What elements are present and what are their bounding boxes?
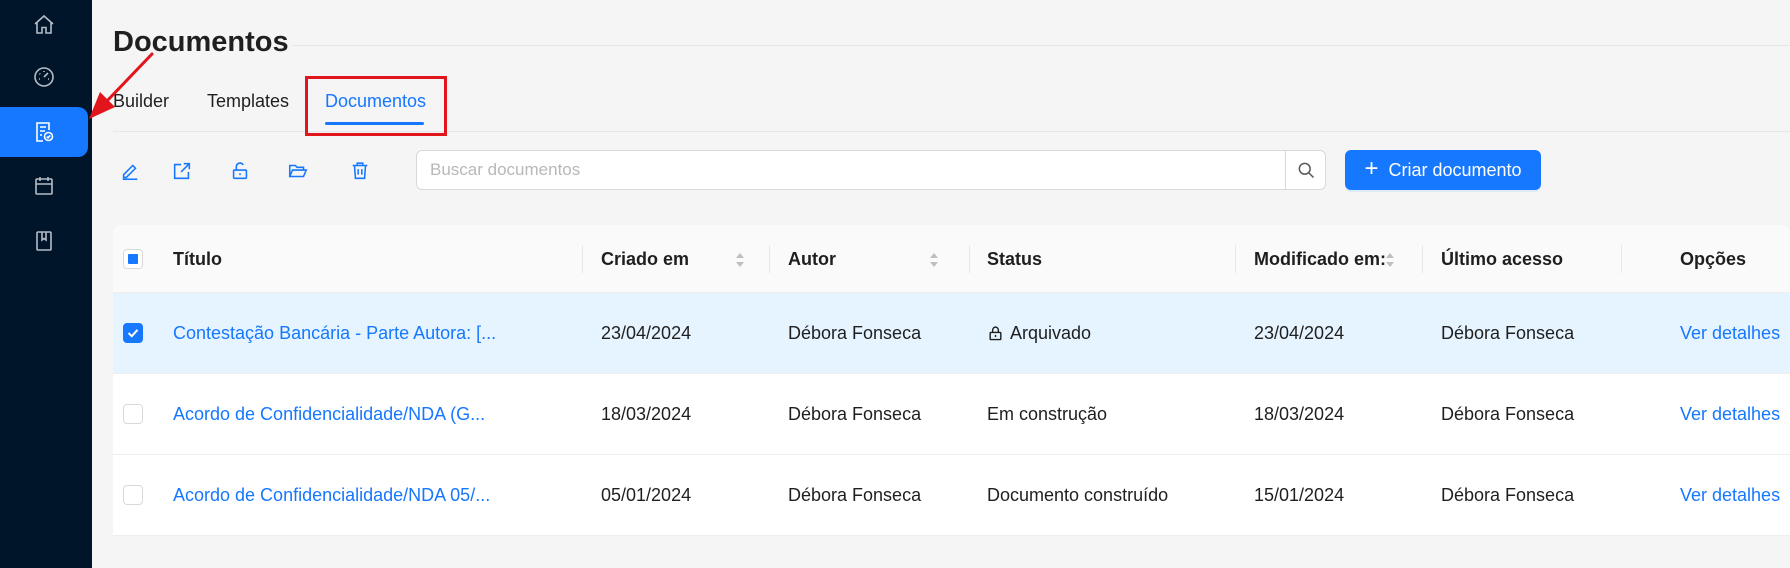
folder-open-icon [288, 164, 308, 178]
column-header-options: Opções [1680, 248, 1747, 269]
home-icon [34, 14, 54, 34]
open-folder-button[interactable] [281, 154, 315, 188]
last-access-user: Débora Fonseca [1441, 323, 1575, 343]
edit-icon [122, 164, 138, 181]
sidebar-item-book[interactable] [0, 216, 88, 266]
delete-icon [352, 162, 368, 180]
row-checkbox[interactable] [123, 404, 143, 424]
row-select-cell [123, 293, 143, 373]
column-header-created[interactable]: Criado em [601, 225, 689, 293]
sort-icon[interactable] [928, 250, 940, 270]
column-divider [1235, 245, 1236, 273]
book-icon [36, 231, 52, 251]
column-header-title[interactable]: Título [173, 225, 222, 293]
documents-table: Título Criado em Autor Status Modificado… [113, 225, 1790, 536]
status-cell: Arquivado [987, 293, 1091, 374]
export-button[interactable] [165, 154, 199, 188]
view-details-link[interactable]: Ver detalhes [1680, 293, 1780, 374]
column-header-status[interactable]: Status [987, 225, 1042, 293]
sidebar-item-dashboard[interactable] [0, 52, 88, 102]
select-all-cell [123, 225, 143, 292]
author-name: Débora Fonseca [788, 323, 922, 343]
author-name: Débora Fonseca [788, 485, 922, 505]
status-text: Documento construído [987, 485, 1169, 505]
unlock-icon [232, 162, 248, 180]
row-select-cell [123, 374, 143, 454]
table-header: Título Criado em Autor Status Modificado… [113, 225, 1790, 293]
column-divider [969, 245, 970, 273]
calendar-icon [35, 177, 53, 195]
row-checkbox[interactable] [123, 323, 143, 343]
modified-date: 15/01/2024 [1254, 485, 1345, 505]
column-divider [1621, 245, 1622, 273]
check-icon [127, 329, 139, 338]
dashboard-icon [34, 67, 54, 87]
status-text: Em construção [987, 404, 1108, 424]
document-title-link[interactable]: Acordo de Confidencialidade/NDA 05/... [173, 455, 490, 536]
tab-templates[interactable]: Templates [207, 91, 289, 112]
page-title: Documentos [113, 26, 289, 58]
modified-date: 18/03/2024 [1254, 404, 1345, 424]
document-title-link[interactable]: Acordo de Confidencialidade/NDA (G... [173, 374, 485, 455]
search-input[interactable] [416, 150, 1286, 190]
created-date: 18/03/2024 [601, 404, 692, 424]
column-header-last-access[interactable]: Último acesso [1441, 225, 1563, 293]
table-row[interactable]: Contestação Bancária - Parte Autora: [..… [113, 293, 1790, 374]
delete-button[interactable] [343, 154, 377, 188]
highlight-box [305, 76, 447, 136]
view-details-link[interactable]: Ver detalhes [1680, 455, 1780, 536]
status-text: Arquivado [1010, 323, 1092, 343]
tab-builder[interactable]: Builder [113, 91, 169, 112]
sidebar-item-documents[interactable] [0, 107, 88, 157]
sidebar-item-calendar[interactable] [0, 161, 88, 211]
modified-date: 23/04/2024 [1254, 323, 1345, 343]
column-header-modified[interactable]: Modificado em: [1254, 225, 1386, 293]
row-checkbox[interactable] [123, 485, 143, 505]
search-bar [416, 150, 1326, 190]
sidebar [0, 0, 92, 568]
search-icon [1298, 162, 1314, 179]
document-check-icon [36, 122, 54, 142]
column-header-author[interactable]: Autor [788, 225, 836, 293]
column-divider [1422, 245, 1423, 273]
created-date: 05/01/2024 [601, 485, 692, 505]
author-name: Débora Fonseca [788, 404, 922, 424]
row-select-cell [123, 455, 143, 535]
lock-icon [989, 326, 1002, 341]
created-date: 23/04/2024 [601, 323, 692, 343]
unlock-button[interactable] [223, 154, 257, 188]
column-divider [769, 245, 770, 273]
table-row[interactable]: Acordo de Confidencialidade/NDA (G... 18… [113, 374, 1790, 455]
sort-icon[interactable] [1384, 250, 1396, 270]
sort-icon[interactable] [734, 250, 746, 270]
export-icon [173, 162, 191, 180]
create-document-button[interactable]: + Criar documento [1345, 150, 1541, 190]
plus-icon: + [1364, 155, 1379, 182]
edit-button[interactable] [113, 154, 147, 188]
last-access-user: Débora Fonseca [1441, 404, 1575, 424]
title-divider [292, 45, 1790, 46]
table-row[interactable]: Acordo de Confidencialidade/NDA 05/... 0… [113, 455, 1790, 536]
last-access-user: Débora Fonseca [1441, 485, 1575, 505]
sidebar-item-home[interactable] [0, 0, 88, 50]
document-title-link[interactable]: Contestação Bancária - Parte Autora: [..… [173, 293, 496, 374]
select-all-checkbox[interactable] [123, 248, 143, 269]
column-divider [582, 245, 583, 273]
create-document-label: Criar documento [1388, 159, 1522, 180]
view-details-link[interactable]: Ver detalhes [1680, 374, 1780, 455]
search-button[interactable] [1286, 150, 1326, 190]
